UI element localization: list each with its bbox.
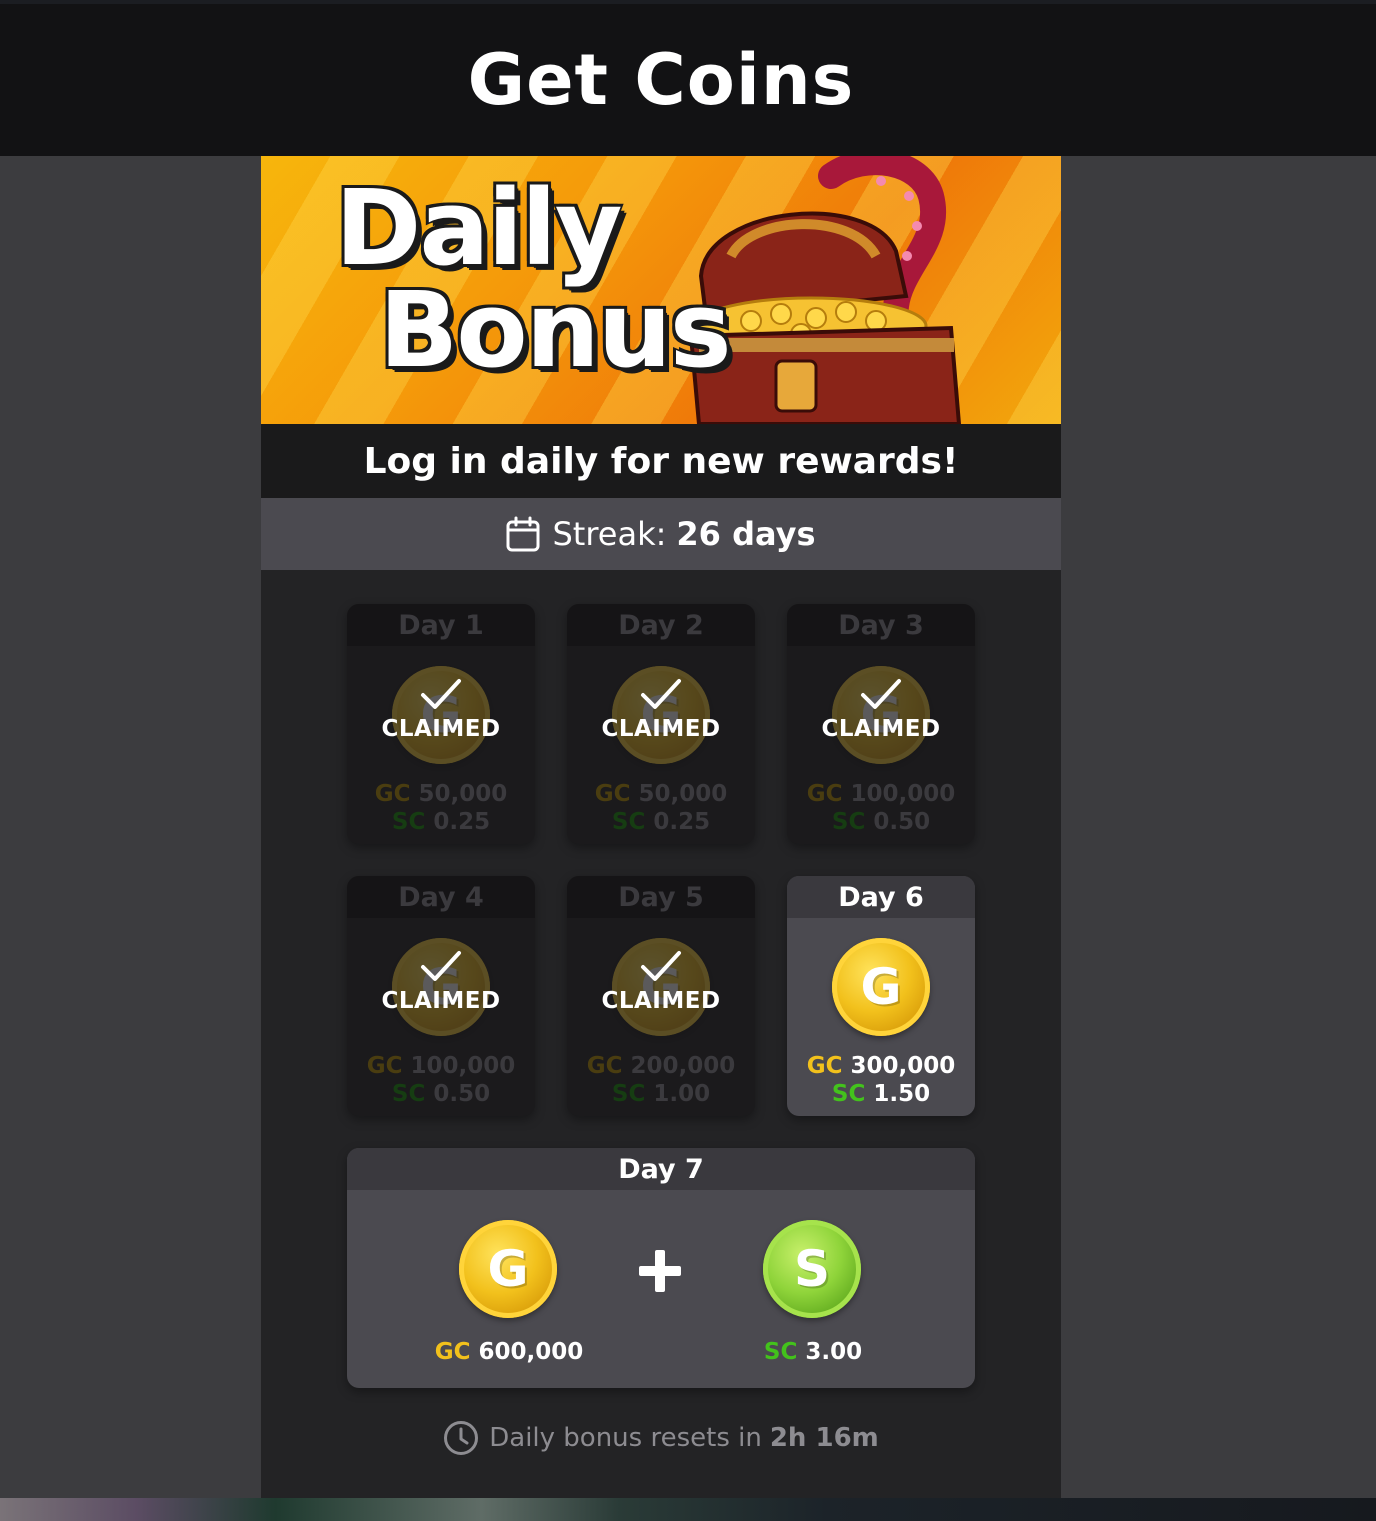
- check-icon: [641, 951, 681, 981]
- check-icon: [421, 679, 461, 709]
- day-card-title: Day 7: [347, 1148, 975, 1190]
- daily-bonus-panel: Daily Bonus Log in daily for new rewards…: [261, 156, 1061, 1498]
- day-card-title: Day 2: [567, 604, 755, 646]
- reward-amounts: GC 200,000 SC 1.00: [586, 1053, 736, 1107]
- day-card-6[interactable]: Day 6 G GC 300,000 SC 1.50: [787, 876, 975, 1116]
- day-card-3: Day 3 G CLAIMED GC 100,000 SC 0.50: [787, 604, 975, 844]
- reward-amounts: GC 50,000 SC 0.25: [594, 781, 728, 835]
- plus-icon: [639, 1250, 681, 1292]
- day-card-title: Day 5: [567, 876, 755, 918]
- day7-sc-amount: SC 3.00: [763, 1339, 863, 1365]
- banner-title-daily: Daily: [335, 167, 623, 289]
- check-icon: [641, 679, 681, 709]
- streak-label: Streak:: [552, 515, 667, 553]
- check-icon: [861, 679, 901, 709]
- gold-coin-icon: G: [832, 938, 930, 1036]
- clock-icon: [444, 1421, 479, 1455]
- day7-gc-amount: GC 600,000: [434, 1339, 584, 1365]
- reward-amounts: GC 100,000 SC 0.50: [806, 781, 956, 835]
- day-card-title: Day 3: [787, 604, 975, 646]
- reward-amounts: GC 300,000 SC 1.50: [806, 1053, 956, 1107]
- claimed-label: CLAIMED: [821, 716, 941, 742]
- gold-coin-icon: G: [459, 1220, 557, 1318]
- reset-value: 2h 16m: [769, 1423, 879, 1453]
- claimed-label: CLAIMED: [601, 716, 721, 742]
- reward-amounts: GC 100,000 SC 0.50: [366, 1053, 516, 1107]
- banner-title-bonus: Bonus: [379, 269, 732, 391]
- reward-amounts: GC 50,000 SC 0.25: [374, 781, 508, 835]
- calendar-icon: [506, 516, 540, 552]
- check-icon: [421, 951, 461, 981]
- subtitle: Log in daily for new rewards!: [261, 424, 1061, 498]
- silver-coin-icon: S: [763, 1220, 861, 1318]
- streak-bar: Streak: 26 days: [261, 498, 1061, 570]
- claimed-label: CLAIMED: [601, 988, 721, 1014]
- page-header: Get Coins: [0, 4, 1376, 156]
- claimed-label: CLAIMED: [381, 716, 501, 742]
- daily-bonus-banner: Daily Bonus: [261, 156, 1061, 424]
- day-card-title: Day 1: [347, 604, 535, 646]
- day-card-title: Day 4: [347, 876, 535, 918]
- streak-value: 26 days: [676, 515, 816, 553]
- day-card-4: Day 4 G CLAIMED GC 100,000 SC 0.50: [347, 876, 535, 1116]
- day-card-7: Day 7 G S GC 600,000 SC 3.00: [347, 1148, 975, 1388]
- reset-label: Daily bonus resets in: [489, 1423, 762, 1453]
- day-card-2: Day 2 G CLAIMED GC 50,000 SC 0.25: [567, 604, 755, 844]
- day-card-5: Day 5 G CLAIMED GC 200,000 SC 1.00: [567, 876, 755, 1116]
- day-card-title: Day 6: [787, 876, 975, 918]
- claimed-label: CLAIMED: [381, 988, 501, 1014]
- day-card-1: Day 1 G CLAIMED GC 50,000 SC 0.25: [347, 604, 535, 844]
- background-strip: [0, 1498, 1376, 1521]
- page-title: Get Coins: [467, 39, 855, 121]
- reset-timer: Daily bonus resets in 2h 16m: [261, 1418, 1061, 1458]
